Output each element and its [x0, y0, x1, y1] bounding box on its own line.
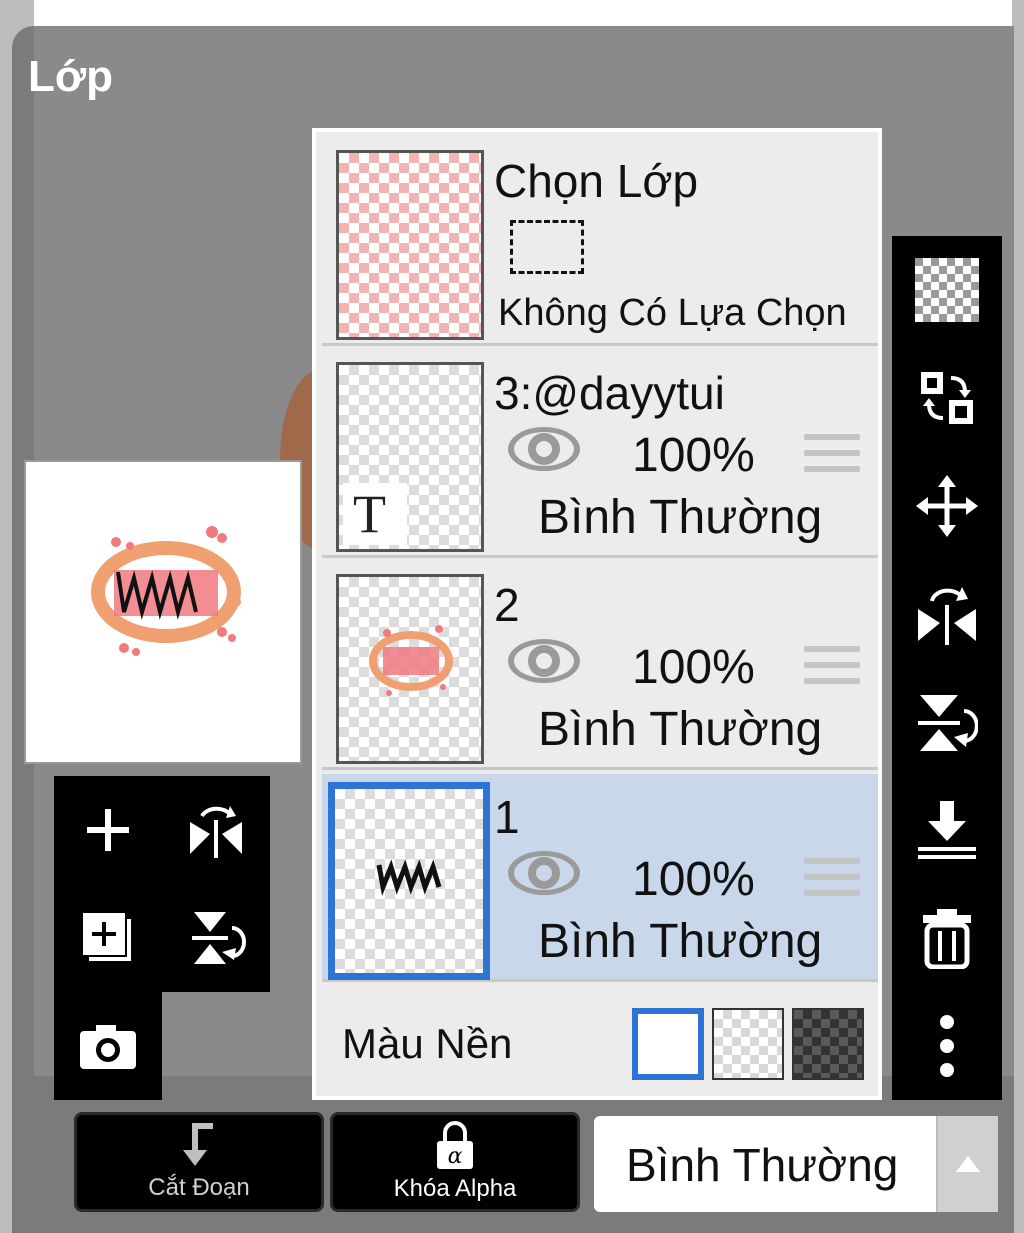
flip-horizontal-icon	[190, 806, 242, 858]
clipping-button[interactable]: Cắt Đoạn	[74, 1112, 324, 1212]
layer-opacity[interactable]: 100%	[632, 640, 755, 695]
eye-icon[interactable]	[506, 424, 582, 474]
camera-icon	[80, 1025, 136, 1069]
flip-vertical-button[interactable]	[162, 884, 270, 992]
more-options-button[interactable]	[892, 992, 1002, 1100]
transparent-fill-button[interactable]	[892, 236, 1002, 344]
canvas-preview[interactable]	[24, 460, 302, 764]
flip-vertical-icon	[192, 912, 246, 964]
duplicate-layer-button[interactable]	[54, 884, 162, 992]
drag-handle-icon[interactable]	[804, 646, 860, 694]
layer-thumbnail	[328, 782, 490, 980]
svg-text:α: α	[448, 1144, 463, 1169]
layers-list: Chọn Lớp Không Có Lựa Chọn T 3:@dayytui …	[312, 128, 882, 1100]
chevron-up-icon	[956, 1156, 980, 1172]
blend-mode-dropdown-toggle[interactable]	[936, 1116, 998, 1212]
duplicate-icon	[81, 911, 133, 963]
alpha-lock-button[interactable]: α Khóa Alpha	[330, 1112, 580, 1212]
layer-blend-mode: Bình Thường	[538, 703, 823, 756]
drag-handle-icon[interactable]	[804, 434, 860, 482]
more-vertical-icon	[940, 1015, 954, 1077]
swap-layer-button[interactable]	[892, 344, 1002, 452]
background-transparent-swatch[interactable]	[712, 1008, 784, 1080]
layer-name[interactable]: 2	[494, 578, 520, 632]
checkerboard-icon	[915, 258, 979, 322]
layer-art-preview	[376, 859, 442, 896]
lock-alpha-icon: α	[437, 1121, 473, 1169]
left-toolbar	[54, 776, 270, 992]
left-toolbar-extension	[54, 992, 162, 1100]
top-strip	[34, 0, 1012, 26]
background-dark-checker-swatch[interactable]	[792, 1008, 864, 1080]
layer-blend-mode: Bình Thường	[538, 915, 823, 968]
clipping-label: Cắt Đoạn	[148, 1174, 250, 1201]
flip-horizontal-button[interactable]	[162, 776, 270, 884]
swap-icon	[921, 372, 973, 424]
merge-down-button[interactable]	[892, 776, 1002, 884]
trash-icon	[923, 909, 971, 969]
drag-handle-icon[interactable]	[804, 858, 860, 906]
layer-opacity[interactable]: 100%	[632, 852, 755, 907]
layer-name[interactable]: 1	[494, 790, 520, 844]
layer-row[interactable]: 2 100% Bình Thường	[322, 562, 878, 770]
background-color-row: Màu Nền	[322, 990, 878, 1094]
text-layer-badge: T	[343, 483, 407, 545]
selection-layer-title: Chọn Lớp	[494, 155, 699, 207]
eye-icon[interactable]	[506, 636, 582, 686]
import-photo-button[interactable]	[54, 992, 162, 1100]
background-color-label: Màu Nền	[342, 1020, 513, 1067]
layer-art-preview	[369, 625, 453, 696]
merge-down-icon	[918, 801, 976, 859]
selection-thumbnail	[336, 150, 484, 340]
selection-layer-row[interactable]: Chọn Lớp Không Có Lựa Chọn	[322, 138, 878, 346]
layer-opacity[interactable]: 100%	[632, 428, 755, 483]
flip-vertical-icon	[918, 695, 978, 751]
clip-arrow-icon	[183, 1123, 213, 1166]
move-layer-button[interactable]	[892, 452, 1002, 560]
layer-row[interactable]: T 3:@dayytui 100% Bình Thường	[322, 350, 878, 558]
background-white-swatch[interactable]	[632, 1008, 704, 1080]
flip-horizontal-button[interactable]	[892, 560, 1002, 668]
flip-horizontal-icon	[918, 587, 976, 645]
layer-name[interactable]: 3:@dayytui	[494, 366, 725, 420]
eye-icon[interactable]	[506, 848, 582, 898]
selection-marquee-icon	[510, 220, 584, 274]
plus-icon	[87, 809, 129, 851]
layer-blend-mode: Bình Thường	[538, 491, 823, 544]
blend-mode-select[interactable]: Bình Thường	[594, 1116, 998, 1212]
delete-layer-button[interactable]	[892, 884, 1002, 992]
alpha-lock-label: Khóa Alpha	[393, 1175, 517, 1202]
layer-thumbnail: T	[336, 362, 484, 552]
layer-thumbnail	[336, 574, 484, 764]
panel-title: Lớp	[28, 52, 114, 101]
layer-row-selected[interactable]: 1 100% Bình Thường	[322, 774, 878, 982]
artwork-thumbnail	[91, 526, 241, 656]
right-toolbar	[892, 236, 1002, 1100]
selection-status: Không Có Lựa Chọn	[498, 292, 847, 334]
blend-mode-value: Bình Thường	[626, 1139, 899, 1191]
move-icon	[916, 475, 978, 537]
add-layer-button[interactable]	[54, 776, 162, 884]
flip-vertical-button[interactable]	[892, 668, 1002, 776]
